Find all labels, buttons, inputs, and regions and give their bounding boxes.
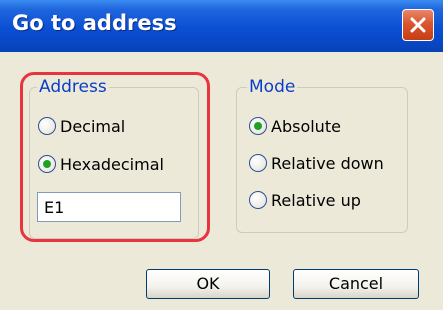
radio-decimal-label: Decimal bbox=[60, 116, 126, 136]
radio-hexadecimal[interactable]: Hexadecimal bbox=[38, 152, 164, 176]
radio-absolute[interactable]: Absolute bbox=[249, 114, 341, 138]
ok-button[interactable]: OK bbox=[146, 269, 270, 299]
mode-group-legend: Mode bbox=[247, 77, 298, 97]
radio-decimal[interactable]: Decimal bbox=[38, 114, 125, 138]
radio-hexadecimal-circle bbox=[38, 155, 56, 173]
dialog-body: Address Mode Decimal Hexadecimal Absolut… bbox=[0, 52, 443, 310]
radio-absolute-label: Absolute bbox=[271, 116, 341, 136]
address-input[interactable] bbox=[37, 192, 181, 222]
radio-relative-down-circle bbox=[249, 154, 267, 172]
radio-relative-down-label: Relative down bbox=[271, 153, 384, 173]
close-icon bbox=[410, 17, 426, 33]
go-to-address-dialog: Go to address Address Mode Decimal Hexad… bbox=[0, 0, 443, 310]
radio-relative-up-circle bbox=[249, 191, 267, 209]
title-bar[interactable]: Go to address bbox=[0, 0, 443, 52]
radio-absolute-circle bbox=[249, 117, 267, 135]
close-button[interactable] bbox=[402, 9, 434, 41]
radio-relative-down[interactable]: Relative down bbox=[249, 151, 384, 175]
cancel-button[interactable]: Cancel bbox=[293, 269, 419, 299]
dialog-title: Go to address bbox=[12, 11, 177, 35]
radio-selected-dot bbox=[43, 160, 51, 168]
radio-decimal-circle bbox=[38, 117, 56, 135]
radio-relative-up-label: Relative up bbox=[271, 190, 361, 210]
radio-selected-dot bbox=[254, 122, 262, 130]
radio-relative-up[interactable]: Relative up bbox=[249, 188, 361, 212]
radio-hexadecimal-label: Hexadecimal bbox=[60, 154, 164, 174]
